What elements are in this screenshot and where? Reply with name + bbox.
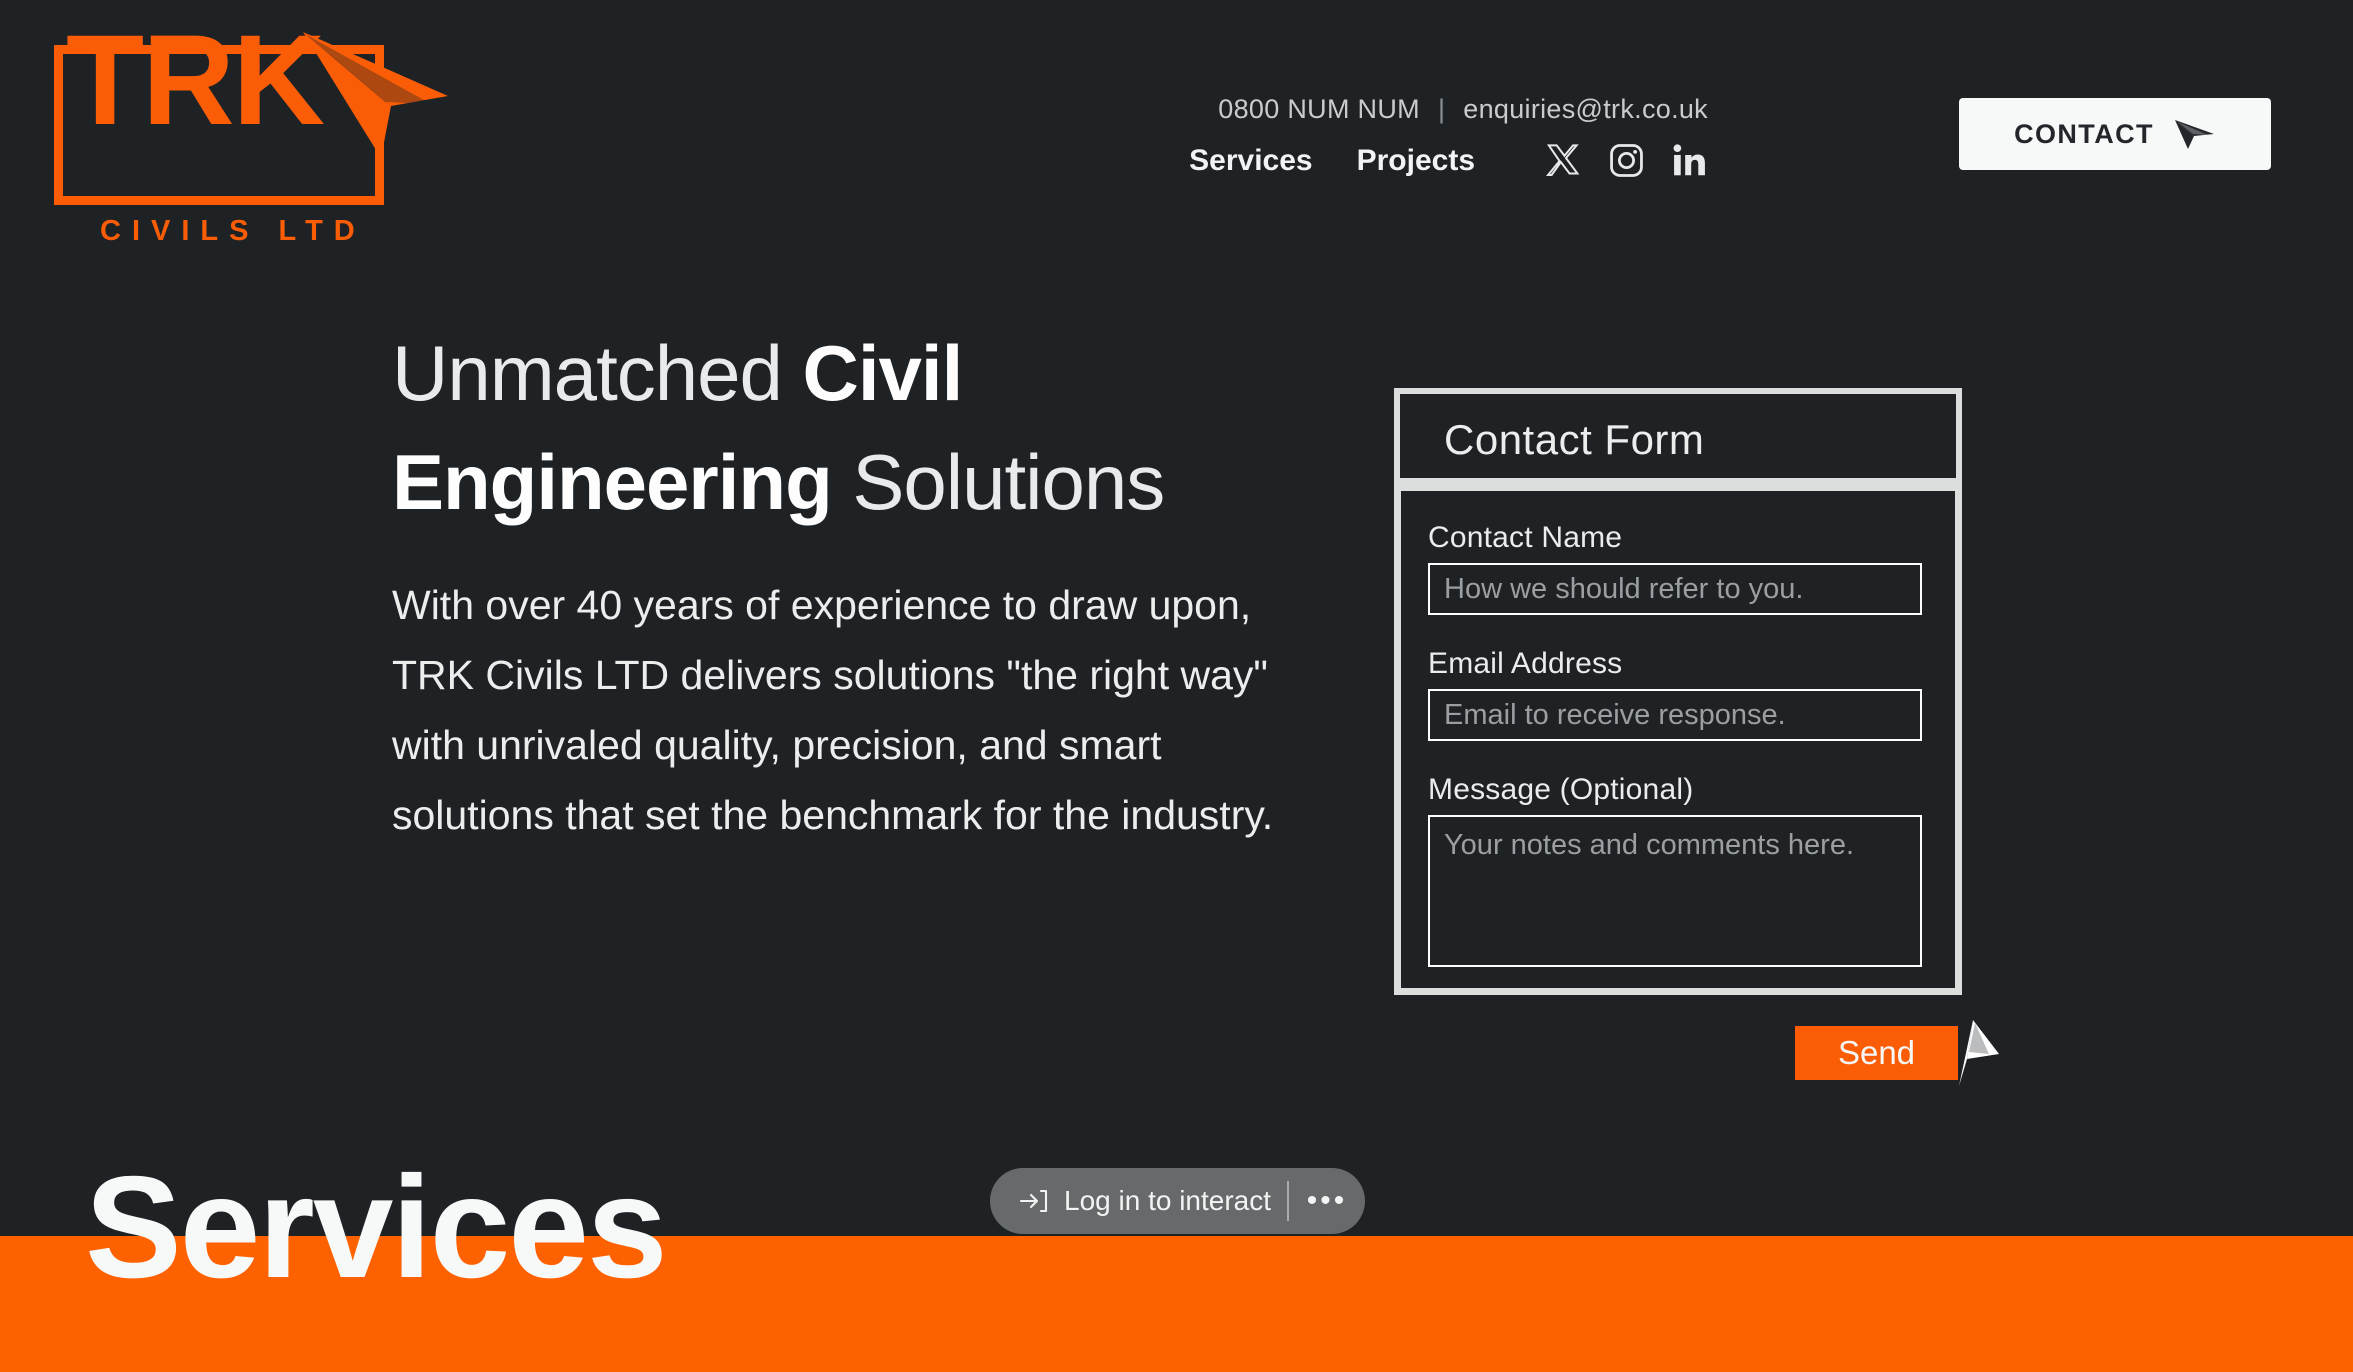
logo-subtext: CIVILS LTD: [100, 215, 366, 247]
email-address-input[interactable]: [1428, 689, 1922, 741]
hero-heading-thin-2: Solutions: [852, 438, 1165, 526]
login-arrow-icon: [1019, 1189, 1048, 1213]
paper-plane-arrow-icon: [303, 32, 448, 158]
nav-item-projects[interactable]: Projects: [1357, 144, 1475, 178]
email-address-label: Email Address: [1428, 647, 1623, 680]
instagram-icon[interactable]: [1608, 142, 1645, 179]
contact-name-input[interactable]: [1428, 563, 1922, 615]
contact-form-title: Contact Form: [1444, 416, 1705, 463]
login-to-interact-label: Log in to interact: [1064, 1185, 1272, 1216]
login-to-interact-pill[interactable]: Log in to interact •••: [990, 1168, 1365, 1234]
nav-item-services[interactable]: Services: [1189, 144, 1312, 178]
contact-form-title-box: Contact Form: [1394, 388, 1962, 484]
header-contact-info: 0800 NUM NUM | enquiries@trk.co.uk: [1218, 94, 1708, 125]
main-navigation: Services Projects: [1189, 142, 1708, 179]
message-label: Message (Optional): [1428, 773, 1694, 806]
site-header: TRK CIVILS LTD 0800 NUM NUM | enquiries@tr…: [0, 0, 2353, 250]
contact-name-label: Contact Name: [1428, 521, 1623, 554]
field-email-address: Email Address: [1428, 647, 1922, 741]
contact-button-label: CONTACT: [2014, 118, 2154, 149]
hero-heading-strong-2: Engineering: [392, 438, 853, 526]
arrow-right-icon: [2174, 120, 2214, 149]
field-message: Message (Optional): [1428, 773, 1922, 972]
linkedin-icon[interactable]: [1671, 142, 1708, 179]
login-pill-more-button[interactable]: •••: [1289, 1186, 1365, 1216]
field-contact-name: Contact Name: [1428, 521, 1922, 615]
hero-heading: Unmatched Civil Engineering Solutions: [392, 334, 1292, 521]
header-email[interactable]: enquiries@trk.co.uk: [1463, 94, 1708, 124]
services-heading: Services: [85, 1146, 668, 1308]
header-separator: |: [1437, 94, 1446, 124]
paper-plane-arrow-icon: [1959, 1020, 1999, 1086]
header-phone[interactable]: 0800 NUM NUM: [1218, 94, 1420, 124]
x-twitter-icon[interactable]: [1545, 142, 1582, 179]
page-root: TRK CIVILS LTD 0800 NUM NUM | enquiries@tr…: [0, 0, 2353, 1372]
social-links: [1545, 142, 1708, 179]
hero-heading-thin-1: Unmatched: [392, 329, 803, 417]
send-button-label: Send: [1837, 1034, 1916, 1071]
contact-form-body: Contact Name Email Address Message (Opti…: [1394, 484, 1962, 995]
message-textarea[interactable]: [1428, 815, 1922, 967]
site-logo[interactable]: TRK CIVILS LTD: [48, 10, 468, 247]
hero-heading-strong-1: Civil: [802, 329, 964, 417]
hero-body-text: With over 40 years of experience to draw…: [392, 582, 1274, 838]
send-button-group: Send: [1795, 1020, 2000, 1086]
contact-button[interactable]: CONTACT: [1959, 98, 2271, 170]
